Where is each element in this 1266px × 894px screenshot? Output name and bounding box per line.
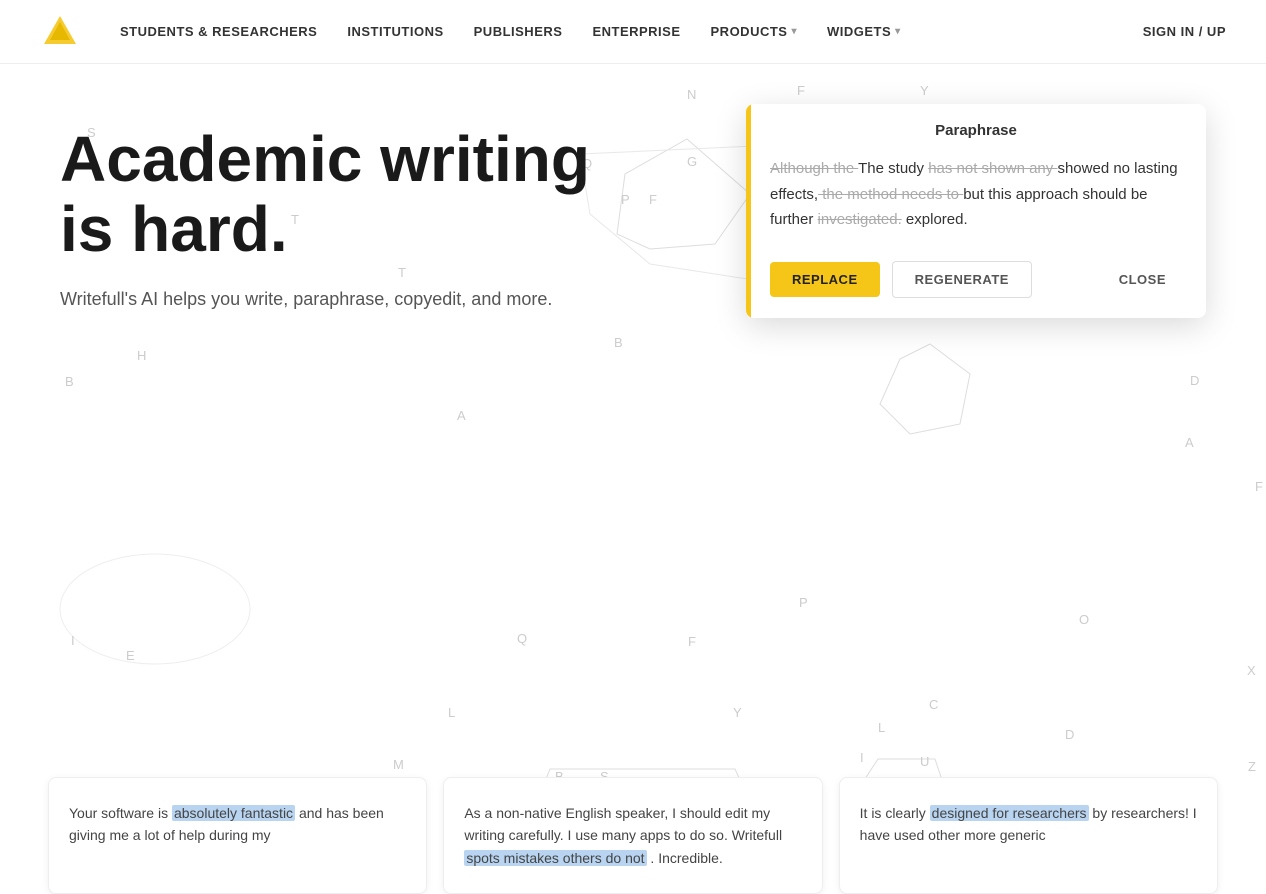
background-letter: A [1185,435,1194,450]
background-letter: D [1065,727,1074,742]
testimonial-2-text-after: . Incredible. [647,850,723,866]
testimonials-section: Your software is absolutely fantastic an… [0,777,1266,894]
background-letter: P [799,595,808,610]
background-letter: F [649,192,657,207]
paraphrase-card: Paraphrase Although the The study has no… [746,104,1206,318]
replacement-text-1: The study [858,160,928,177]
background-letter: L [448,705,455,720]
testimonial-card-3: It is clearly designed for researchers b… [839,777,1218,894]
background-letter: P [621,192,630,207]
background-letter: F [797,83,805,98]
background-letter: L [878,720,885,735]
hero-content: Academic writing is hard. Writefull's AI… [60,124,600,310]
background-letter: C [929,697,938,712]
hero-title: Academic writing is hard. [60,124,600,265]
chevron-down-icon: ▾ [791,26,797,37]
paraphrase-card-header: Paraphrase [746,104,1206,144]
background-letter: D [1190,373,1199,388]
background-letter: B [614,335,623,350]
original-text-1: Although the [770,160,858,177]
paraphrase-title: Paraphrase [935,122,1017,139]
card-accent-bar [746,104,751,318]
sign-in-button[interactable]: SIGN IN / UP [1143,24,1226,39]
nav-students[interactable]: STUDENTS & RESEARCHERS [120,24,317,39]
testimonial-3-text-before: It is clearly [860,805,930,821]
background-letter: B [65,374,74,389]
replace-button[interactable]: REPLACE [770,262,880,297]
testimonial-2-text-before: As a non-native English speaker, I shoul… [464,805,782,843]
regenerate-button[interactable]: REGENERATE [892,261,1032,298]
testimonial-2-highlight: spots mistakes others do not [464,850,646,866]
paraphrase-card-body: Although the The study has not shown any… [746,144,1206,249]
background-letter: A [457,408,466,423]
background-letter: M [393,757,404,772]
testimonial-card-1: Your software is absolutely fantastic an… [48,777,427,894]
background-letter: G [687,154,697,169]
background-letter: O [1079,612,1089,627]
nav-publishers[interactable]: PUBLISHERS [474,24,563,39]
chevron-down-icon: ▾ [895,26,901,37]
background-letter: I [860,750,864,765]
background-letter: N [687,87,696,102]
background-letter: E [126,648,135,663]
background-letter: X [1247,663,1256,678]
hero-section: SNFYTTQGPFNMMQBHABDAFPQFIEOXLYCLDMBSIUDI… [0,64,1266,894]
background-letter: Z [1248,759,1256,774]
original-text-4: investigated. [818,211,902,228]
close-button[interactable]: CLOSE [1103,262,1182,297]
nav-enterprise[interactable]: ENTERPRISE [592,24,680,39]
logo-icon [40,12,80,52]
paraphrase-actions: REPLACE REGENERATE CLOSE [746,249,1206,318]
background-letter: Q [517,631,527,646]
background-letter: F [1255,479,1263,494]
background-letter: I [71,633,75,648]
testimonial-card-2: As a non-native English speaker, I shoul… [443,777,822,894]
nav-widgets[interactable]: WIDGETS ▾ [827,24,901,39]
replacement-text-4: explored. [902,211,968,228]
background-letter: F [688,634,696,649]
background-letter: Y [733,705,742,720]
background-letter: H [137,348,146,363]
hero-subtitle: Writefull's AI helps you write, paraphra… [60,289,600,310]
background-letter: Y [920,83,929,98]
nav-links: STUDENTS & RESEARCHERS INSTITUTIONS PUBL… [120,24,1143,39]
testimonial-3-highlight: designed for researchers [930,805,1089,821]
testimonial-1-highlight: absolutely fantastic [172,805,295,821]
logo[interactable] [40,12,80,52]
background-letter: U [920,754,929,769]
nav-institutions[interactable]: INSTITUTIONS [347,24,443,39]
original-text-3: the method needs to [818,186,963,203]
original-text-2: has not shown any [928,160,1057,177]
nav-products[interactable]: PRODUCTS ▾ [711,24,797,39]
navbar: STUDENTS & RESEARCHERS INSTITUTIONS PUBL… [0,0,1266,64]
testimonial-1-text-before: Your software is [69,805,172,821]
